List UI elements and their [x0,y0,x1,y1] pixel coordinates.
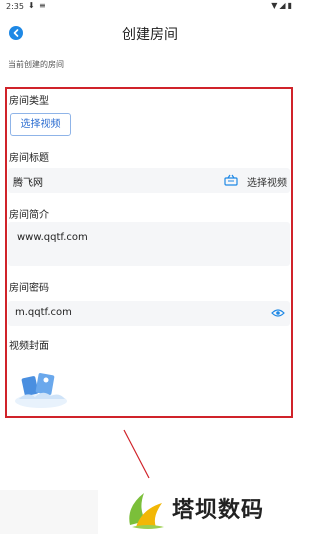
watermark-logo-icon [129,493,164,529]
watermark-text: 塔坝数码 [172,498,265,523]
annotation-line [123,429,150,479]
bottom-area [0,490,98,534]
